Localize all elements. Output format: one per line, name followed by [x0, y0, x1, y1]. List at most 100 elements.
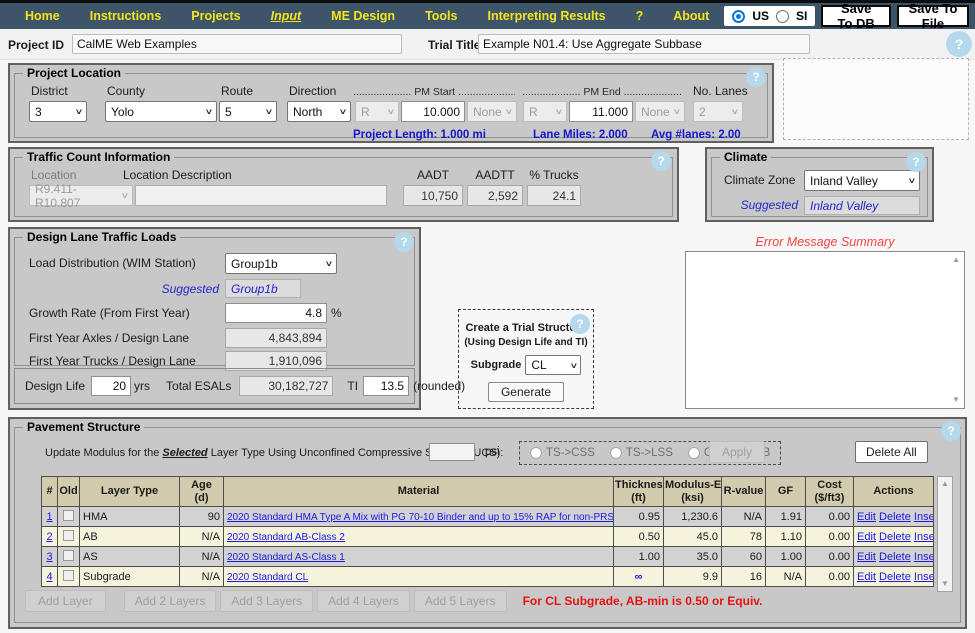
climate-zone-label: Climate Zone	[724, 173, 796, 187]
row-number-link[interactable]: 1	[46, 511, 52, 523]
design-loads-title: Design Lane Traffic Loads	[27, 230, 177, 244]
modulus-cell: 9.9	[663, 566, 722, 588]
aadt-label: AADT	[416, 168, 449, 182]
subgrade-select[interactable]: CL ∨	[525, 355, 582, 375]
nav-home[interactable]: Home	[10, 9, 75, 23]
trial-title-input[interactable]	[478, 34, 810, 54]
delete-link[interactable]: Delete	[879, 551, 911, 563]
direction-select[interactable]: North ∨	[287, 101, 351, 122]
pm-start-input[interactable]	[401, 101, 465, 122]
edit-link[interactable]: Edit	[857, 511, 876, 523]
row-number-link[interactable]: 3	[46, 551, 52, 563]
scroll-down-icon[interactable]: ▼	[941, 580, 949, 588]
wim-select[interactable]: Group1b ∨	[225, 253, 337, 274]
chevron-down-icon: ∨	[204, 107, 214, 116]
row-number-link[interactable]: 2	[46, 531, 52, 543]
design-life-label: Design Life	[25, 379, 86, 393]
scroll-up-icon[interactable]: ▲	[941, 480, 949, 488]
growth-rate-input[interactable]	[225, 303, 327, 323]
nav-input[interactable]: Input	[256, 9, 317, 23]
location-desc-input[interactable]	[135, 185, 387, 206]
save-to-db-button[interactable]: Save To DB	[821, 1, 891, 31]
edit-link[interactable]: Edit	[857, 531, 876, 543]
district-select[interactable]: 3 ∨	[29, 101, 87, 122]
design-loads-help-icon[interactable]: ?	[394, 232, 414, 252]
generate-button[interactable]: Generate	[488, 382, 564, 402]
insert-link[interactable]: Insert	[914, 551, 933, 563]
route-select[interactable]: 5 ∨	[219, 101, 277, 122]
si-radio[interactable]	[775, 9, 789, 23]
no-lanes-value: 2	[699, 104, 706, 119]
insert-link[interactable]: Insert	[914, 511, 933, 523]
edit-link[interactable]: Edit	[857, 571, 876, 583]
pm-start-suffix-value: None	[473, 104, 502, 119]
project-location-help-icon[interactable]: ?	[746, 67, 766, 87]
material-link[interactable]: 2020 Standard AB-Class 2	[227, 532, 345, 543]
nav-help[interactable]: ?	[621, 9, 659, 23]
county-value: Yolo	[111, 104, 134, 119]
insert-link[interactable]: Insert	[914, 571, 933, 583]
edit-link[interactable]: Edit	[857, 551, 876, 563]
nav-instructions[interactable]: Instructions	[75, 9, 177, 23]
old-checkbox[interactable]	[63, 529, 74, 541]
old-checkbox[interactable]	[63, 549, 74, 561]
location-label: Location	[31, 168, 77, 182]
old-checkbox[interactable]	[63, 509, 74, 521]
wim-suggested-label: Suggested	[161, 282, 219, 296]
add-5-layers-button: Add 5 Layers	[413, 590, 507, 612]
county-select[interactable]: Yolo ∨	[105, 101, 217, 122]
scroll-down-icon[interactable]: ▼	[952, 396, 960, 404]
project-id-input[interactable]	[72, 34, 402, 54]
design-loads-panel: Design Lane Traffic Loads Load Distribut…	[8, 227, 465, 410]
climate-help-icon[interactable]: ?	[906, 152, 926, 172]
save-to-file-button[interactable]: Save To File	[896, 1, 969, 31]
table-row: 2 AB N/A 2020 Standard AB-Class 2 0.50 4…	[41, 526, 934, 548]
empty-info-box	[783, 58, 969, 140]
trial-structure-help-icon[interactable]: ?	[570, 314, 590, 334]
nav-about[interactable]: About	[658, 9, 724, 23]
lane-miles-text: Lane Miles: 2.000	[533, 129, 628, 141]
design-life-input[interactable]	[91, 376, 132, 396]
delete-all-button[interactable]: Delete All	[855, 441, 928, 463]
traffic-count-group: Traffic Count Information Location Locat…	[14, 150, 673, 217]
old-checkbox[interactable]	[63, 569, 74, 581]
table-scrollbar[interactable]: ▲ ▼	[937, 476, 953, 592]
delete-link[interactable]: Delete	[879, 511, 911, 523]
row-number-link[interactable]: 4	[46, 571, 52, 583]
us-radio[interactable]	[732, 9, 746, 23]
material-link[interactable]: 2020 Standard CL	[227, 572, 308, 583]
page-help-icon[interactable]: ?	[946, 31, 972, 57]
wim-label: Load Distribution (WIM Station)	[29, 256, 196, 270]
ts-lss-radio	[609, 447, 622, 459]
pm-end-input[interactable]	[569, 101, 633, 122]
project-length-text: Project Length: 1.000 mi	[353, 129, 486, 141]
no-lanes-select: 2 ∨	[693, 101, 743, 122]
nav-projects[interactable]: Projects	[176, 9, 255, 23]
ti-input[interactable]	[363, 376, 410, 396]
material-link[interactable]: 2020 Standard AS-Class 1	[227, 552, 345, 563]
nav-tools[interactable]: Tools	[410, 9, 472, 23]
delete-link[interactable]: Delete	[879, 571, 911, 583]
chevron-down-icon: ∨	[74, 107, 84, 116]
layer-type-cell: AB	[79, 526, 180, 548]
chevron-down-icon: ∨	[569, 360, 578, 370]
nav-me-design[interactable]: ME Design	[316, 9, 410, 23]
pavement-help-icon[interactable]: ?	[941, 421, 961, 441]
ti-label: TI	[347, 379, 359, 393]
pct-trucks-input	[527, 185, 581, 206]
scroll-up-icon[interactable]: ▲	[952, 256, 960, 264]
us-radio-label[interactable]: US	[752, 9, 769, 23]
project-location-group: Project Location District County Route D…	[14, 66, 768, 141]
delete-link[interactable]: Delete	[879, 531, 911, 543]
insert-link[interactable]: Insert	[914, 531, 933, 543]
climate-zone-select[interactable]: Inland Valley ∨	[804, 170, 920, 191]
pm-start-prefix-value: R	[361, 104, 370, 119]
aadtt-input	[467, 185, 523, 206]
ucs-input[interactable]	[429, 443, 475, 461]
nav-interpreting-results[interactable]: Interpreting Results	[472, 9, 620, 23]
wim-suggested-value: Group1b	[225, 279, 301, 298]
r-value-cell: N/A	[721, 506, 766, 528]
material-link[interactable]: 2020 Standard HMA Type A Mix with PG 70-…	[227, 512, 613, 523]
traffic-count-help-icon[interactable]: ?	[651, 151, 671, 171]
si-radio-label[interactable]: SI	[796, 9, 807, 23]
